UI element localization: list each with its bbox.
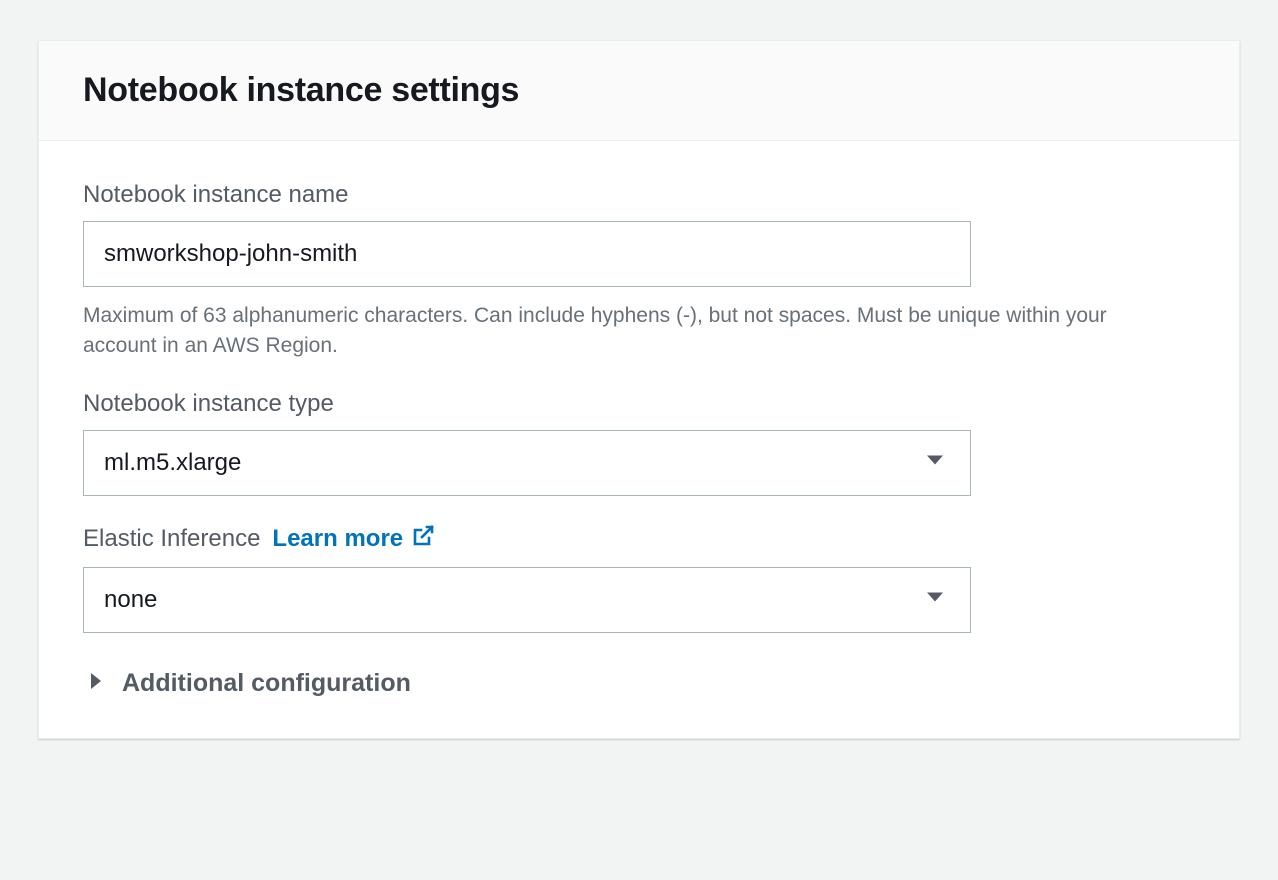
notebook-settings-panel: Notebook instance settings Notebook inst…	[38, 40, 1240, 739]
learn-more-text: Learn more	[272, 525, 403, 553]
form-group-type: Notebook instance type ml.m5.xlarge	[83, 390, 1195, 496]
name-input[interactable]	[83, 221, 971, 287]
name-help-text: Maximum of 63 alphanumeric characters. C…	[83, 301, 1173, 362]
name-label: Notebook instance name	[83, 181, 1195, 209]
elastic-inference-label: Elastic Inference	[83, 525, 260, 553]
external-link-icon	[411, 524, 435, 555]
learn-more-link[interactable]: Learn more	[272, 524, 435, 555]
panel-body: Notebook instance name Maximum of 63 alp…	[39, 141, 1239, 738]
form-group-name: Notebook instance name Maximum of 63 alp…	[83, 181, 1195, 362]
panel-header: Notebook instance settings	[39, 41, 1239, 141]
panel-title: Notebook instance settings	[83, 71, 1195, 110]
type-select-value: ml.m5.xlarge	[83, 430, 971, 496]
type-label: Notebook instance type	[83, 390, 1195, 418]
additional-configuration-expander[interactable]: Additional configuration	[83, 661, 1195, 702]
elastic-inference-select[interactable]: none	[83, 567, 971, 633]
elastic-inference-label-row: Elastic Inference Learn more	[83, 524, 1195, 555]
form-group-elastic-inference: Elastic Inference Learn more none	[83, 524, 1195, 633]
type-select[interactable]: ml.m5.xlarge	[83, 430, 971, 496]
additional-configuration-label: Additional configuration	[122, 669, 411, 698]
caret-right-icon	[89, 671, 104, 696]
elastic-inference-select-value: none	[83, 567, 971, 633]
